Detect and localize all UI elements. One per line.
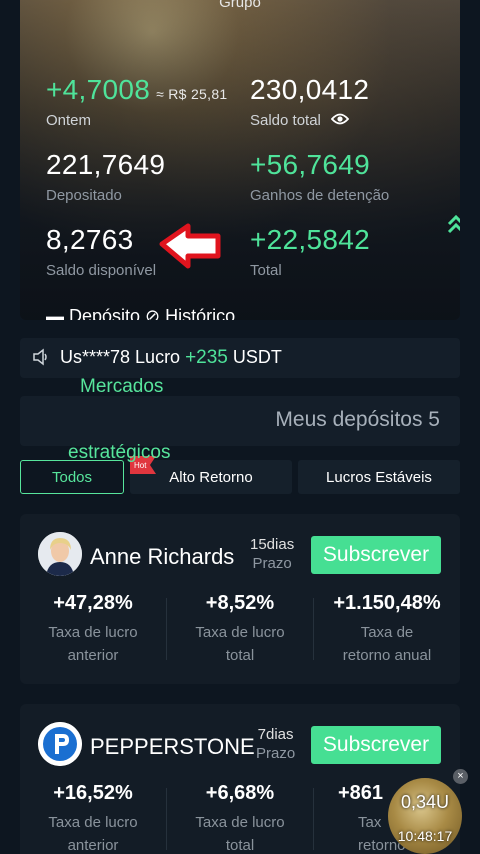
- tab-all[interactable]: Todos: [20, 460, 124, 494]
- stat-yesterday-approx: ≈ R$ 25,81: [156, 86, 228, 102]
- metric-label: Taxa de lucro: [48, 624, 138, 641]
- stat-holding-gains: +56,7649 Ganhos de detenção: [250, 149, 389, 204]
- double-chevron-up-icon[interactable]: [444, 212, 460, 236]
- red-pointer-arrow-icon: [158, 222, 224, 272]
- tab-all-label: Todos: [51, 468, 93, 486]
- stat-holding-gains-value: +56,7649: [250, 149, 370, 180]
- card-period: Prazo: [252, 555, 292, 572]
- stat-available-label: Saldo disponível: [46, 262, 157, 279]
- subscribe-button[interactable]: Subscrever: [311, 726, 441, 764]
- stat-total-balance-label: Saldo total: [250, 112, 321, 129]
- stat-deposited-value: 221,7649: [46, 149, 166, 180]
- profit-ticker: Us****78 Lucro +235 USDT: [20, 338, 460, 378]
- overlay-text-markets: Mercados: [80, 376, 164, 397]
- stat-deposited: 221,7649 Depositado: [46, 149, 165, 204]
- stat-deposited-label: Depositado: [46, 187, 122, 204]
- metric-annual-return: +1.150,48% Taxa de retorno anual: [314, 592, 460, 667]
- card-term: 15dias Prazo: [250, 536, 294, 572]
- metric-label: total: [225, 837, 255, 854]
- avatar: [38, 532, 82, 576]
- investment-card[interactable]: Anne Richards 15dias Prazo Subscrever +4…: [20, 514, 460, 684]
- overlay-text-strategic: estratégicos: [68, 442, 171, 463]
- metric-value: +8,52%: [205, 592, 275, 614]
- metric-label: Taxa de lucro: [195, 814, 285, 831]
- close-icon[interactable]: ×: [453, 769, 468, 784]
- stat-total-balance: 230,0412 Saldo total: [250, 74, 369, 130]
- metric-value: +16,52%: [53, 782, 133, 804]
- bubble-time: 10:48:17: [397, 828, 453, 844]
- metric-label: Taxa de: [360, 624, 414, 641]
- stat-yesterday-label: Ontem: [46, 112, 92, 129]
- metric-label: anterior: [67, 647, 119, 664]
- floating-earnings-bubble[interactable]: 0,34U 10:48:17: [388, 778, 462, 854]
- stat-available-value: 8,2763: [46, 224, 134, 255]
- metric-label: Taxa de lucro: [48, 814, 138, 831]
- stat-holding-gains-label: Ganhos de detenção: [250, 187, 390, 204]
- stat-yesterday-value: +4,7008: [46, 74, 151, 105]
- metric-value: +6,68%: [205, 782, 275, 804]
- tab-stable-profits[interactable]: Lucros Estáveis: [298, 460, 460, 494]
- ticker-currency: USDT: [227, 347, 282, 367]
- metric-label: Tax: [358, 814, 382, 831]
- card-name: PEPPERSTONE: [90, 734, 255, 759]
- tab-stable-profits-label: Lucros Estáveis: [326, 468, 432, 486]
- card-term: 7dias Prazo: [256, 726, 295, 762]
- ticker-user: Us****78 Lucro: [60, 347, 186, 367]
- tab-high-return-label: Alto Retorno: [169, 468, 253, 486]
- eye-icon[interactable]: [330, 112, 350, 130]
- pepperstone-logo-icon: [38, 722, 82, 766]
- card-name: Anne Richards: [90, 544, 235, 569]
- card-days: 7dias: [257, 726, 294, 743]
- metric-value: +1.150,48%: [333, 592, 441, 614]
- stat-total-value: +22,5842: [250, 224, 370, 255]
- stat-yesterday: +4,7008 ≈ R$ 25,81 Ontem: [46, 74, 228, 129]
- metric-total-rate: +8,52% Taxa de lucro total: [167, 592, 313, 667]
- stat-total: +22,5842 Total: [250, 224, 370, 279]
- metric-label: total: [225, 647, 255, 664]
- metric-label: retorno anual: [342, 647, 432, 664]
- ticker-amount: +235: [185, 347, 228, 368]
- bubble-value: 0,34U: [400, 792, 450, 812]
- stat-total-label: Total: [250, 262, 282, 279]
- hero-actions-row[interactable]: ▬ Depósito ⊘ Histórico: [46, 306, 235, 320]
- metric-label: anterior: [67, 837, 119, 854]
- metric-total-rate: +6,68% Taxa de lucro total: [167, 782, 313, 854]
- card-period: Prazo: [256, 745, 296, 762]
- filter-tabs: Todos Alto Retorno Hot Lucros Estáveis: [20, 456, 460, 494]
- stat-total-balance-value: 230,0412: [250, 74, 370, 105]
- hero-title: Grupo: [219, 0, 261, 11]
- metric-value: +47,28%: [53, 592, 133, 614]
- stat-available: 8,2763 Saldo disponível: [46, 224, 156, 279]
- subscribe-button[interactable]: Subscrever: [311, 536, 441, 574]
- my-deposits-label: Meus depósitos 5: [275, 408, 440, 431]
- speaker-icon: [32, 348, 50, 371]
- my-deposits-bar[interactable]: Meus depósitos 5: [20, 396, 460, 446]
- metric-previous-rate: +16,52% Taxa de lucro anterior: [20, 782, 166, 854]
- hero-banner: Grupo +4,7008 ≈ R$ 25,81 Ontem 230,0412 S…: [20, 0, 460, 320]
- metric-previous-rate: +47,28% Taxa de lucro anterior: [20, 592, 166, 667]
- card-days: 15dias: [250, 536, 295, 553]
- metric-label: Taxa de lucro: [195, 624, 285, 641]
